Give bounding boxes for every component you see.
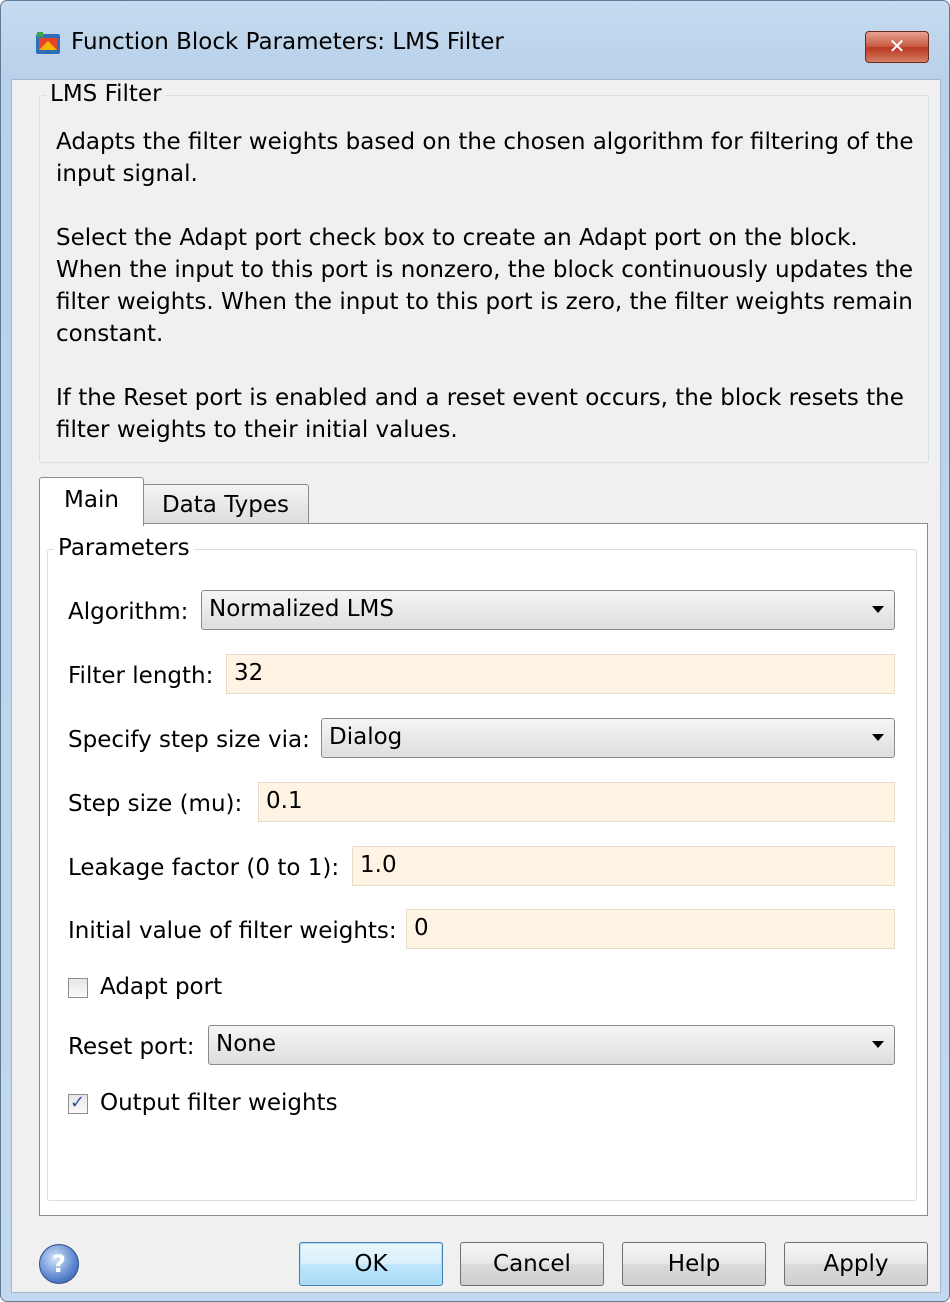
tab-panel-main: Parameters Algorithm: Normalized LMS Fil… bbox=[39, 523, 928, 1216]
output-weights-label[interactable]: Output filter weights bbox=[100, 1090, 338, 1116]
close-button[interactable]: ✕ bbox=[865, 31, 929, 63]
leakage-factor-label: Leakage factor (0 to 1): bbox=[68, 855, 340, 881]
description-paragraph-2: Select the Adapt port check box to creat… bbox=[56, 225, 914, 347]
filter-length-label: Filter length: bbox=[68, 663, 214, 689]
description-group-title: LMS Filter bbox=[46, 81, 166, 107]
leakage-factor-field[interactable]: 1.0 bbox=[352, 846, 895, 886]
leakage-factor-value: 1.0 bbox=[360, 852, 397, 878]
step-size-value: 0.1 bbox=[266, 788, 303, 814]
step-size-label: Step size (mu): bbox=[68, 791, 243, 817]
simulink-app-icon bbox=[36, 32, 60, 54]
parameters-group-title: Parameters bbox=[54, 535, 194, 561]
initial-weights-value: 0 bbox=[414, 915, 429, 941]
ok-button[interactable]: OK bbox=[299, 1242, 443, 1286]
help-button[interactable]: Help bbox=[622, 1242, 766, 1286]
adapt-port-label[interactable]: Adapt port bbox=[100, 974, 222, 1000]
cancel-button[interactable]: Cancel bbox=[460, 1242, 604, 1286]
adapt-port-checkbox[interactable] bbox=[68, 978, 88, 998]
chevron-down-icon bbox=[872, 1041, 884, 1048]
output-weights-checkbox[interactable]: ✓ bbox=[68, 1092, 88, 1114]
description-group: LMS Filter Adapts the filter weights bas… bbox=[39, 81, 929, 463]
step-size-source-value: Dialog bbox=[329, 724, 403, 750]
step-size-source-label: Specify step size via: bbox=[68, 727, 310, 753]
algorithm-dropdown[interactable]: Normalized LMS bbox=[201, 590, 895, 630]
reset-port-label: Reset port: bbox=[68, 1034, 195, 1060]
close-icon: ✕ bbox=[888, 34, 906, 58]
tab-data-types[interactable]: Data Types bbox=[142, 484, 309, 525]
checkmark-icon: ✓ bbox=[70, 1092, 86, 1113]
description-paragraph-3: If the Reset port is enabled and a reset… bbox=[56, 385, 904, 443]
step-size-source-dropdown[interactable]: Dialog bbox=[321, 718, 895, 758]
reset-port-dropdown[interactable]: None bbox=[208, 1025, 895, 1065]
help-icon-glyph: ? bbox=[52, 1250, 66, 1278]
filter-length-value: 32 bbox=[234, 660, 264, 686]
initial-weights-field[interactable]: 0 bbox=[406, 909, 895, 949]
initial-weights-label: Initial value of filter weights: bbox=[68, 918, 397, 944]
description-paragraph-1: Adapts the filter weights based on the c… bbox=[56, 129, 914, 187]
dialog-client-area: LMS Filter Adapts the filter weights bas… bbox=[11, 79, 941, 1293]
window-title: Function Block Parameters: LMS Filter bbox=[71, 29, 504, 55]
dialog-window: Function Block Parameters: LMS Filter ✕ … bbox=[0, 0, 950, 1302]
help-icon[interactable]: ? bbox=[39, 1244, 79, 1284]
chevron-down-icon bbox=[872, 734, 884, 741]
reset-port-value: None bbox=[216, 1031, 277, 1057]
tab-main-label: Main bbox=[64, 487, 119, 513]
algorithm-label: Algorithm: bbox=[68, 599, 189, 625]
filter-length-field[interactable]: 32 bbox=[226, 654, 895, 694]
step-size-field[interactable]: 0.1 bbox=[258, 782, 895, 822]
parameters-group: Parameters Algorithm: Normalized LMS Fil… bbox=[47, 535, 917, 1201]
algorithm-value: Normalized LMS bbox=[209, 596, 394, 622]
chevron-down-icon bbox=[872, 606, 884, 613]
tab-main[interactable]: Main bbox=[39, 477, 144, 526]
title-bar[interactable]: Function Block Parameters: LMS Filter ✕ bbox=[1, 1, 949, 89]
tab-data-types-label: Data Types bbox=[161, 492, 290, 518]
apply-button[interactable]: Apply bbox=[784, 1242, 928, 1286]
